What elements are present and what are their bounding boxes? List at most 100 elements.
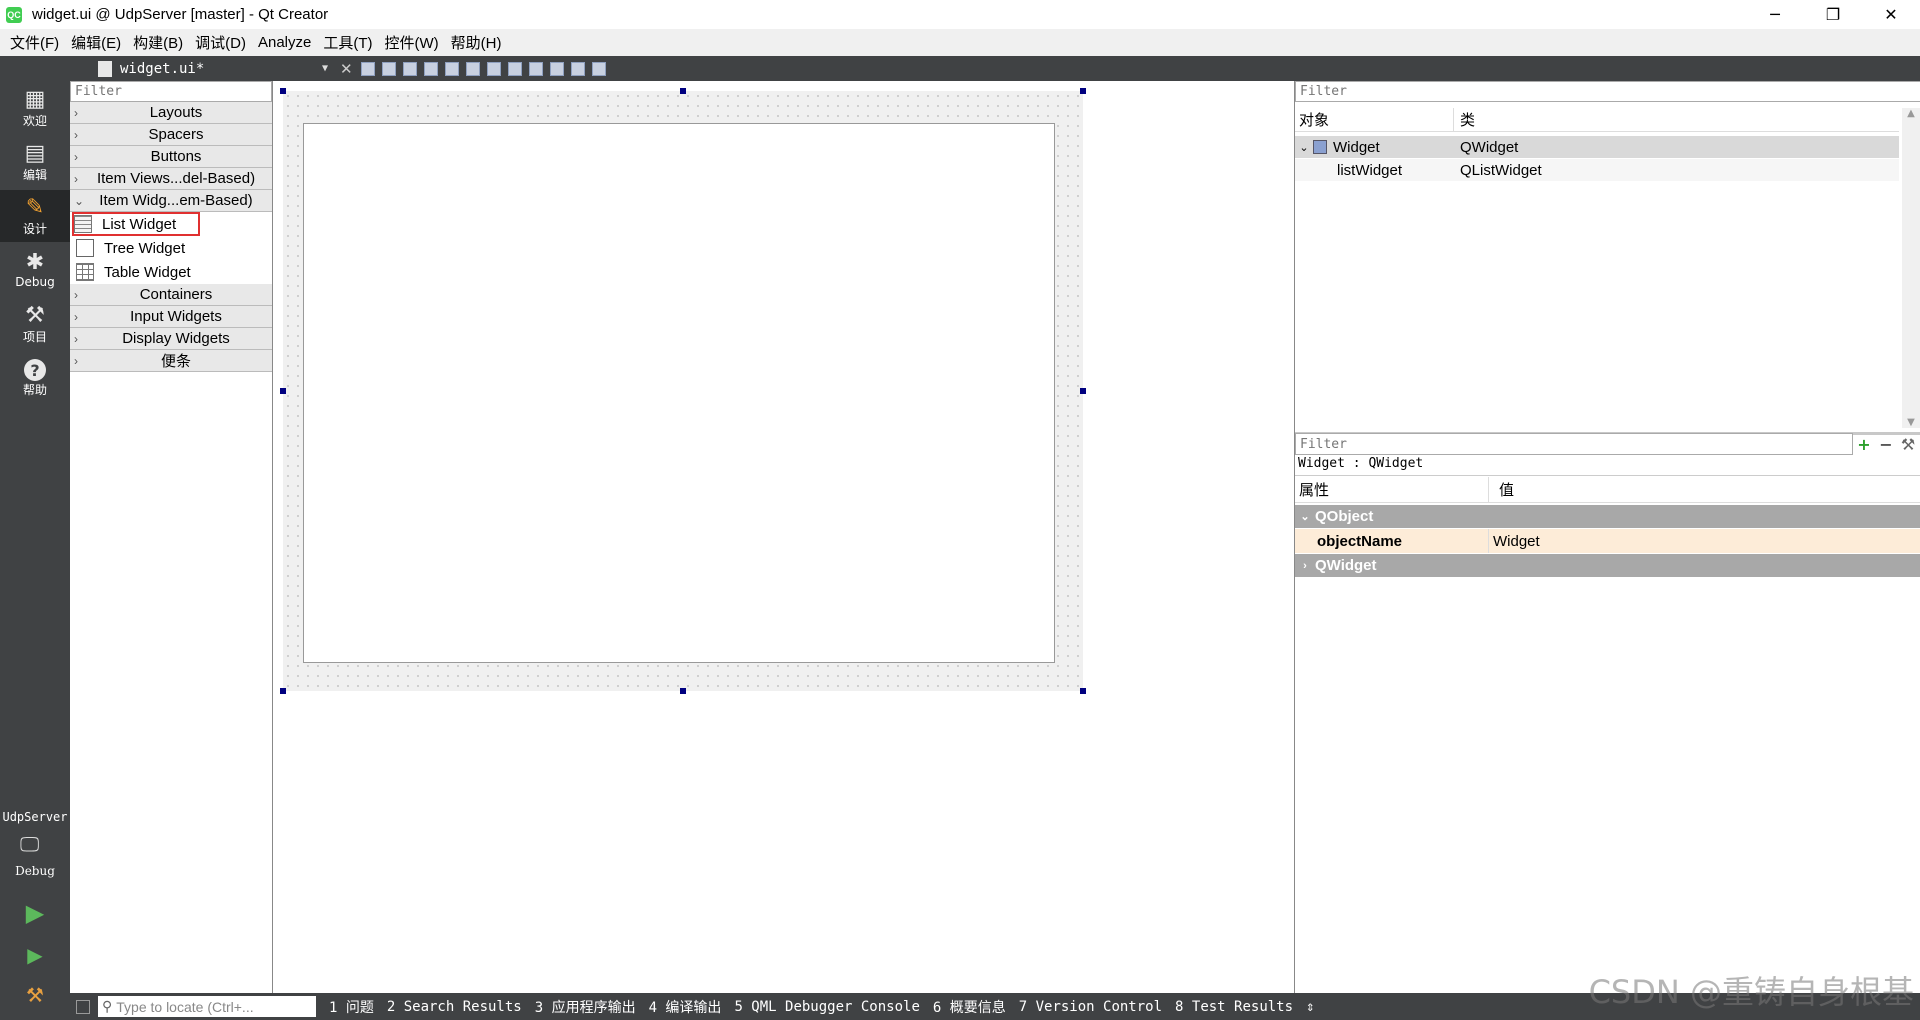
layout-grid-icon[interactable]	[550, 61, 564, 76]
widget-item-list-widget[interactable]: List Widget	[70, 212, 272, 236]
chevron-right-icon[interactable]: ›	[1295, 560, 1315, 572]
chevron-right-icon: ›	[74, 105, 78, 120]
column-header-value[interactable]: 值	[1489, 479, 1514, 500]
category-containers[interactable]: › Containers	[70, 284, 272, 306]
resize-handle[interactable]	[680, 688, 686, 694]
design-canvas[interactable]	[274, 81, 1293, 993]
mode-debug[interactable]: ✱ Debug	[0, 244, 70, 296]
layout-h-splitter-icon[interactable]	[487, 61, 501, 76]
menu-widgets[interactable]: 控件(W)	[379, 32, 445, 53]
widget-item-label: Tree Widget	[104, 239, 186, 257]
resize-handle[interactable]	[280, 88, 286, 94]
resize-handle[interactable]	[680, 88, 686, 94]
mode-welcome[interactable]: ▦ 欢迎	[0, 82, 70, 134]
kit-build-config[interactable]: Debug	[0, 864, 70, 878]
property-value[interactable]: Widget	[1489, 533, 1540, 550]
resize-handle[interactable]	[1080, 388, 1086, 394]
help-icon: ?	[24, 358, 46, 381]
edit-buddies-icon[interactable]	[403, 61, 417, 76]
category-item-views[interactable]: › Item Views...del-Based)	[70, 168, 272, 190]
pane-issues[interactable]: 1 问题	[329, 997, 374, 1017]
chevron-right-icon: ›	[74, 127, 78, 142]
run-icon[interactable]: ▶	[22, 900, 48, 926]
widget-item-tree-widget[interactable]: Tree Widget	[70, 236, 272, 260]
form-widget[interactable]	[283, 91, 1083, 691]
layout-vertical-icon[interactable]	[466, 61, 480, 76]
pane-version-control[interactable]: 7 Version Control	[1019, 999, 1162, 1015]
close-document-icon[interactable]: ✕	[340, 60, 354, 78]
adjust-size-icon[interactable]	[592, 61, 606, 76]
widgetbox-filter-input[interactable]	[70, 81, 272, 102]
property-filter-row: + − ⚒	[1295, 433, 1920, 455]
menu-tools[interactable]: 工具(T)	[317, 32, 378, 53]
object-name: Widget	[1333, 138, 1380, 156]
edit-tab-order-icon[interactable]	[424, 61, 438, 76]
layout-form-icon[interactable]	[529, 61, 543, 76]
category-input-widgets[interactable]: › Input Widgets	[70, 306, 272, 328]
menu-help[interactable]: 帮助(H)	[445, 32, 508, 53]
more-panes-icon[interactable]: ⇕	[1306, 999, 1314, 1015]
object-row-widget[interactable]: ⌄ Widget QWidget	[1295, 136, 1899, 158]
debug-run-icon[interactable]: ▶	[22, 942, 48, 968]
column-header-property[interactable]: 属性	[1295, 477, 1489, 502]
break-layout-icon[interactable]	[571, 61, 585, 76]
column-header-object[interactable]: 对象	[1295, 108, 1454, 131]
object-inspector-scrollbar[interactable]: ▲ ▼	[1902, 108, 1920, 428]
minimize-icon[interactable]: ─	[1746, 0, 1804, 29]
locator-input[interactable]: ⚲ Type to locate (Ctrl+...	[98, 996, 316, 1017]
resize-handle[interactable]	[1080, 88, 1086, 94]
resize-handle[interactable]	[280, 388, 286, 394]
menu-debug[interactable]: 调试(D)	[189, 32, 252, 53]
close-icon[interactable]: ✕	[1862, 0, 1920, 29]
edit-widgets-icon[interactable]	[361, 61, 375, 76]
layout-horizontal-icon[interactable]	[445, 61, 459, 76]
property-group-qobject[interactable]: ⌄ QObject	[1295, 505, 1920, 528]
document-selector[interactable]: widget.ui* ▼	[70, 56, 338, 81]
category-scratchpad[interactable]: › 便条	[70, 350, 272, 372]
mode-edit[interactable]: ▤ 编辑	[0, 136, 70, 188]
mode-help[interactable]: ? 帮助	[0, 352, 70, 404]
pane-compile-output[interactable]: 4 编译输出	[649, 997, 722, 1017]
add-property-icon[interactable]: +	[1853, 435, 1875, 454]
object-row-listwidget[interactable]: listWidget QListWidget	[1295, 159, 1899, 181]
pane-general-messages[interactable]: 6 概要信息	[933, 997, 1006, 1017]
scroll-down-icon[interactable]: ▼	[1902, 417, 1920, 428]
monitor-icon[interactable]: 🖵	[20, 832, 50, 856]
remove-property-icon[interactable]: −	[1875, 435, 1897, 454]
object-inspector-filter-input[interactable]	[1295, 81, 1920, 102]
resize-handle[interactable]	[1080, 688, 1086, 694]
scroll-up-icon[interactable]: ▲	[1902, 108, 1920, 119]
property-group-qwidget[interactable]: › QWidget	[1295, 554, 1920, 577]
category-display-widgets[interactable]: › Display Widgets	[70, 328, 272, 350]
category-buttons[interactable]: › Buttons	[70, 146, 272, 168]
property-row-objectname[interactable]: objectName Widget	[1295, 529, 1920, 553]
mode-design[interactable]: ✎ 设计	[0, 190, 70, 242]
pane-test-results[interactable]: 8 Test Results	[1175, 999, 1293, 1015]
menu-analyze[interactable]: Analyze	[252, 34, 317, 51]
pane-application-output[interactable]: 3 应用程序输出	[535, 997, 636, 1017]
category-item-widgets[interactable]: ⌄ Item Widg...em-Based)	[70, 190, 272, 212]
mode-projects[interactable]: ⚒ 项目	[0, 298, 70, 350]
wrench-icon[interactable]: ⚒	[1897, 435, 1919, 454]
menu-file[interactable]: 文件(F)	[4, 32, 65, 53]
pane-search-results[interactable]: 2 Search Results	[387, 999, 522, 1015]
category-spacers[interactable]: › Spacers	[70, 124, 272, 146]
edit-doc-icon: ▤	[24, 140, 46, 166]
property-filter-input[interactable]	[1295, 433, 1853, 455]
widget-item-table-widget[interactable]: Table Widget	[70, 260, 272, 284]
menu-edit[interactable]: 编辑(E)	[65, 32, 127, 53]
chevron-down-icon[interactable]: ⌄	[1295, 141, 1313, 154]
chevron-down-icon[interactable]: ⌄	[1295, 510, 1315, 523]
layout-v-splitter-icon[interactable]	[508, 61, 522, 76]
category-layouts[interactable]: › Layouts	[70, 102, 272, 124]
column-header-class[interactable]: 类	[1454, 109, 1475, 130]
resize-handle[interactable]	[280, 688, 286, 694]
hammer-icon[interactable]: ⚒	[22, 982, 48, 1008]
toggle-sidebar-icon[interactable]	[76, 999, 90, 1014]
list-widget-preview[interactable]	[303, 123, 1055, 663]
pane-qml-debugger-console[interactable]: 5 QML Debugger Console	[734, 999, 919, 1015]
restore-icon[interactable]: ❐	[1804, 0, 1862, 29]
menu-build[interactable]: 构建(B)	[127, 32, 189, 53]
chevron-right-icon: ›	[74, 171, 78, 186]
edit-signals-icon[interactable]	[382, 61, 396, 76]
